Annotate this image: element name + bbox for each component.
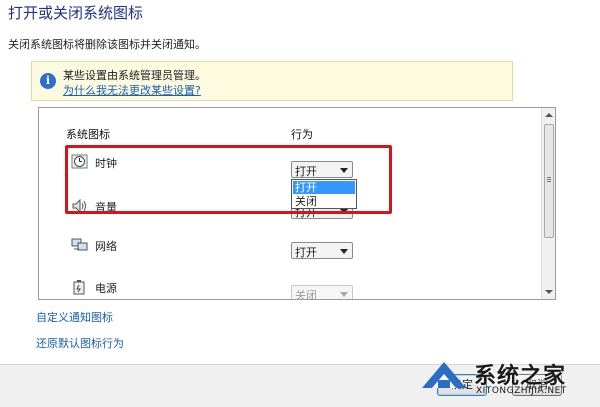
page-description: 关闭系统图标将删除该图标并关闭通知。 <box>8 38 206 51</box>
watermark: 系统之家 XITONGZHIJIA.NET <box>418 356 600 406</box>
power-icon <box>73 280 85 295</box>
network-icon <box>71 238 88 251</box>
page-title: 打开或关闭系统图标 <box>8 4 144 22</box>
chevron-down-icon <box>340 249 348 254</box>
column-header-behavior: 行为 <box>291 128 313 141</box>
scroll-up-icon[interactable] <box>545 113 553 117</box>
chevron-down-icon <box>340 292 348 297</box>
row-label-power: 电源 <box>95 282 117 295</box>
vertical-scrollbar[interactable] <box>541 108 555 299</box>
behavior-select-network[interactable]: 打开 <box>291 242 353 259</box>
info-text: 某些设置由系统管理员管理。 <box>63 69 206 82</box>
customize-notification-icons-link[interactable]: 自定义通知图标 <box>36 309 113 325</box>
restore-default-behaviors-link[interactable]: 还原默认图标行为 <box>36 335 124 351</box>
highlight-annotation <box>65 145 392 214</box>
row-label-network: 网络 <box>95 240 117 253</box>
behavior-select-power: 关闭 <box>291 285 353 299</box>
system-icons-list: 系统图标 行为 时钟 打开 音量 打开 网络 打开 电源 关闭 打开 关闭 <box>38 107 556 300</box>
scroll-down-icon[interactable] <box>545 290 553 294</box>
scrollbar-thumb[interactable] <box>544 124 554 238</box>
info-banner: i 某些设置由系统管理员管理。 为什么我无法更改某些设置? <box>31 61 513 101</box>
info-icon: i <box>40 73 56 89</box>
watermark-url: XITONGZHIJIA.NET <box>476 386 567 396</box>
column-header-system-icon: 系统图标 <box>66 128 110 141</box>
why-cant-change-link[interactable]: 为什么我无法更改某些设置? <box>63 82 201 98</box>
watermark-logo <box>422 362 466 388</box>
